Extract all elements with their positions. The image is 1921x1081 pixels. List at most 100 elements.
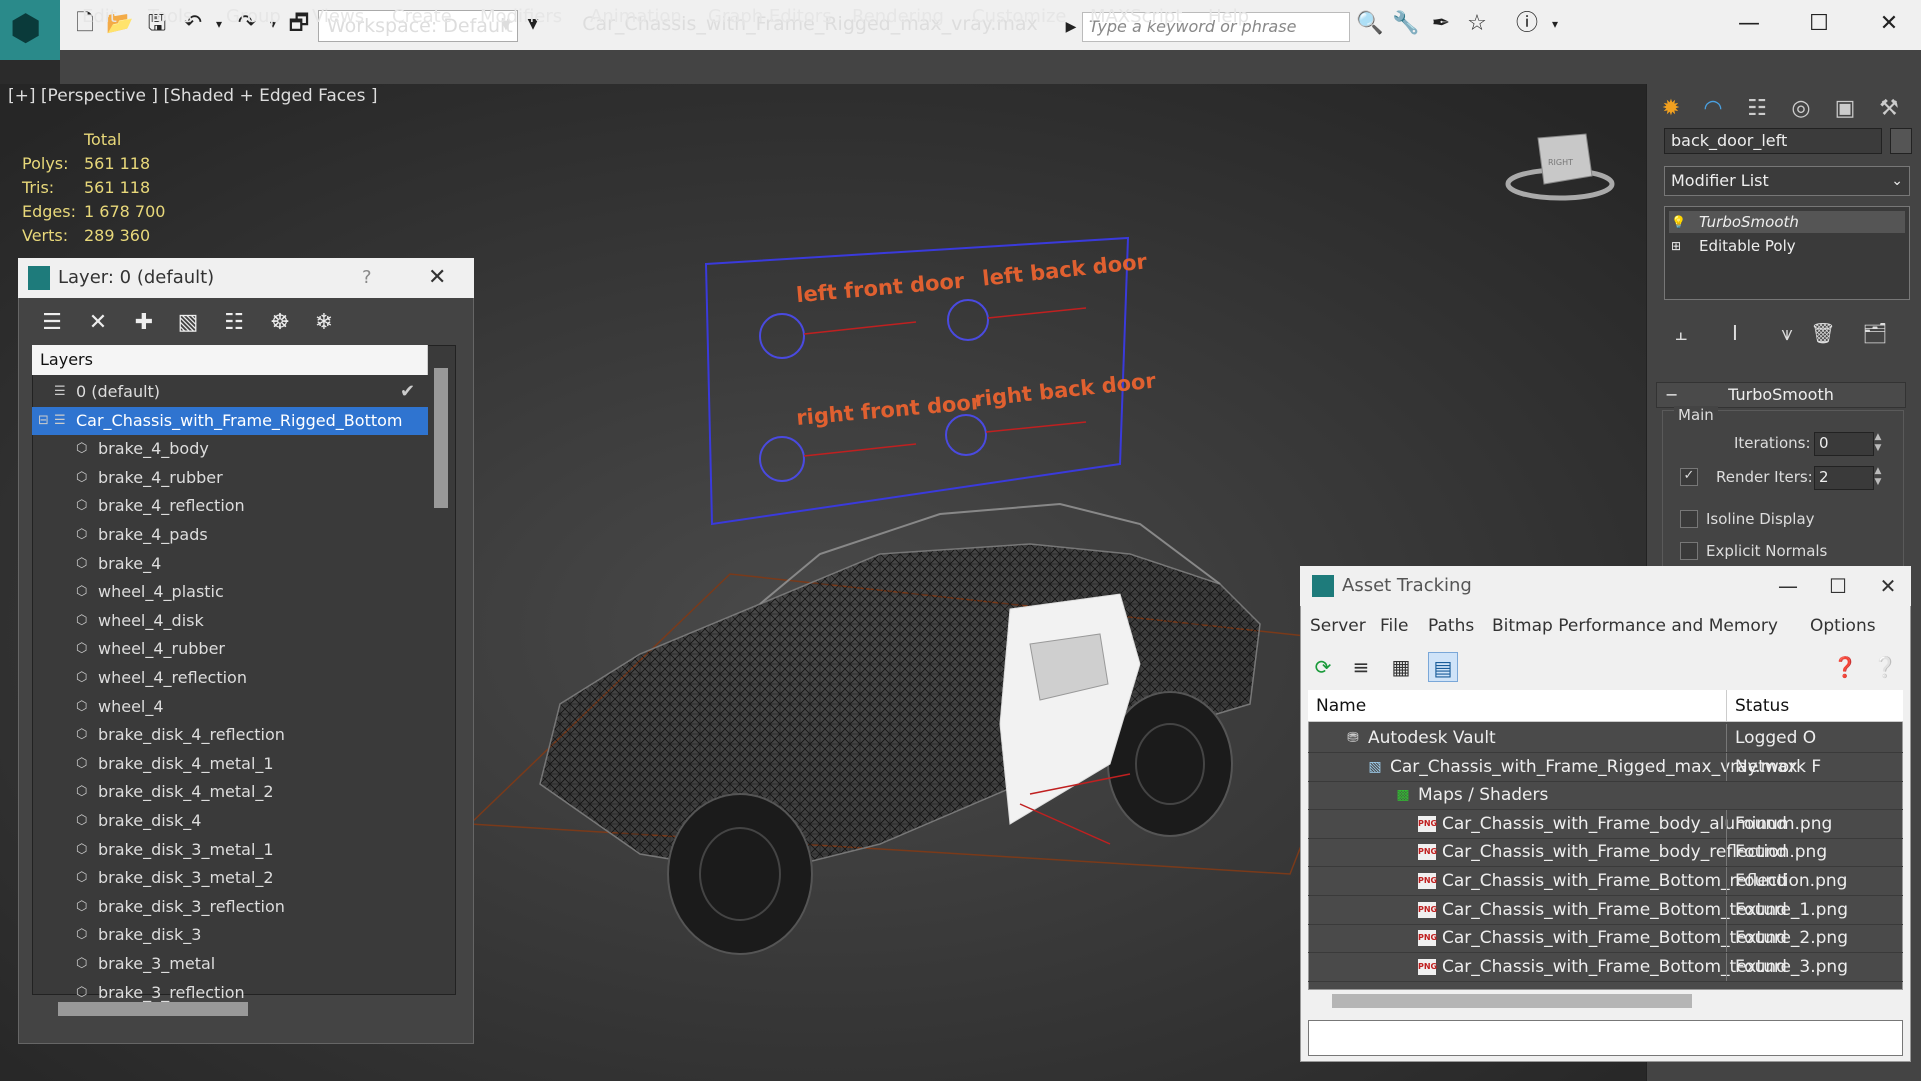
- layer-row[interactable]: ⬡ brake_disk_3: [32, 921, 428, 949]
- layer-row[interactable]: ⬡ wheel_4_plastic: [32, 578, 428, 606]
- minimize-button[interactable]: —: [1724, 8, 1774, 40]
- binoculars-icon[interactable]: 🔍: [1356, 10, 1383, 38]
- asset-row[interactable]: PNG Car_Chassis_with_Frame_Bottom_reflect…: [1308, 867, 1903, 896]
- menu-graph-editors[interactable]: Graph Editors: [708, 0, 832, 34]
- layer-row[interactable]: ⬡ wheel_4: [32, 693, 428, 721]
- modify-tab-icon[interactable]: ◠: [1696, 92, 1730, 126]
- maximize-button[interactable]: ☐: [1794, 8, 1844, 40]
- menu-modifiers[interactable]: Modifiers: [480, 0, 562, 34]
- modifier-list-dropdown[interactable]: Modifier List ⌄: [1664, 166, 1910, 196]
- expand-plus-icon[interactable]: ⊞: [1671, 235, 1687, 257]
- highlight-layer-icon[interactable]: ☷: [218, 308, 250, 338]
- layer-row[interactable]: ⬡ wheel_4_disk: [32, 607, 428, 635]
- asset-row[interactable]: ▧ Car_Chassis_with_Frame_Rigged_max_vray.…: [1308, 752, 1903, 782]
- asset-menu-file[interactable]: File: [1380, 612, 1408, 640]
- utilities-tab-icon[interactable]: ⚒: [1872, 92, 1906, 126]
- create-layer-icon[interactable]: ☰: [36, 308, 68, 338]
- rear-wheel-left[interactable]: [1107, 691, 1233, 837]
- hierarchy-tab-icon[interactable]: ☷: [1740, 92, 1774, 126]
- table-view-icon[interactable]: ▤: [1428, 652, 1458, 682]
- asset-path-field[interactable]: [1308, 1020, 1903, 1056]
- asset-row[interactable]: PNG Car_Chassis_with_Frame_body_reflectio…: [1308, 838, 1903, 868]
- layer-row[interactable]: ⬡ wheel_4_reflection: [32, 664, 428, 692]
- asset-menu-options[interactable]: Options: [1810, 612, 1876, 640]
- refresh-icon[interactable]: ⟳: [1308, 652, 1338, 682]
- thumbnail-view-icon[interactable]: ▦: [1386, 652, 1416, 682]
- project-folder-icon[interactable]: 🗗: [286, 10, 312, 38]
- layer-row[interactable]: ⬡ brake_disk_3_metal_2: [32, 864, 428, 892]
- isoline-display-checkbox[interactable]: [1680, 510, 1698, 528]
- iterations-spinner-arrows-icon[interactable]: ▲ ▼: [1872, 432, 1884, 454]
- hide-layers-icon[interactable]: ☸: [264, 308, 296, 338]
- stack-item-editable-poly[interactable]: ⊞ Editable Poly: [1669, 235, 1905, 257]
- show-end-result-icon[interactable]: Ⅰ: [1720, 318, 1750, 348]
- delete-layer-icon[interactable]: ✕: [82, 308, 114, 338]
- asset-row[interactable]: PNG Car_Chassis_with_Frame_Bottom_texture…: [1308, 924, 1903, 954]
- menu-animation[interactable]: Animation: [590, 0, 682, 34]
- asset-horizontal-scrollbar[interactable]: [1332, 994, 1692, 1008]
- remove-modifier-icon[interactable]: 🗑: [1808, 318, 1838, 348]
- menu-edit[interactable]: Edit: [82, 0, 117, 34]
- object-color-swatch[interactable]: [1890, 128, 1912, 154]
- display-tab-icon[interactable]: ▣: [1828, 92, 1862, 126]
- pin-stack-icon[interactable]: ⫠: [1666, 318, 1696, 348]
- asset-menu-paths[interactable]: Paths: [1428, 612, 1474, 640]
- close-icon[interactable]: ✕: [1868, 566, 1908, 606]
- create-tab-icon[interactable]: ✹: [1654, 92, 1688, 126]
- minimize-button[interactable]: —: [1768, 566, 1808, 606]
- list-view-icon[interactable]: ≡: [1346, 652, 1376, 682]
- help-dropdown-icon[interactable]: ▾: [1542, 10, 1568, 38]
- layers-column-header[interactable]: Layers: [32, 345, 428, 375]
- layer-row[interactable]: ⬡ brake_4_body: [32, 435, 428, 463]
- layer-row[interactable]: ⬡ brake_4_rubber: [32, 464, 428, 492]
- layer-horizontal-scrollbar[interactable]: [58, 1002, 248, 1016]
- asset-row[interactable]: ⛃ Autodesk Vault Logged O: [1308, 724, 1903, 753]
- asset-row[interactable]: ▩ Maps / Shaders: [1308, 781, 1903, 811]
- turbosmooth-rollout-header[interactable]: − TurboSmooth: [1656, 382, 1906, 408]
- vault-settings-icon[interactable]: ❔: [1870, 652, 1900, 682]
- viewport-label[interactable]: [+] [Perspective ] [Shaded + Edged Faces…: [8, 86, 377, 106]
- layer-row[interactable]: ⬡ wheel_4_rubber: [32, 635, 428, 663]
- layer-row[interactable]: ⬡ brake_3_metal: [32, 950, 428, 978]
- favorites-star-icon[interactable]: ☆: [1464, 10, 1490, 38]
- close-icon[interactable]: ✕: [428, 258, 446, 298]
- status-column-header[interactable]: Status: [1726, 690, 1905, 722]
- menu-help[interactable]: Help: [1208, 0, 1249, 34]
- vault-connect-icon[interactable]: ❓: [1830, 652, 1860, 682]
- asset-row[interactable]: PNG Car_Chassis_with_Frame_body_aluminum.…: [1308, 809, 1903, 839]
- motion-tab-icon[interactable]: ◎: [1784, 92, 1818, 126]
- layer-row[interactable]: ⬡ brake_4_reflection: [32, 492, 428, 520]
- layer-row[interactable]: ☰ 0 (default) ✔: [32, 378, 428, 406]
- menu-views[interactable]: Views: [312, 0, 364, 34]
- iterations-spinner[interactable]: 0: [1814, 432, 1874, 456]
- layer-vertical-scrollbar[interactable]: [434, 368, 448, 508]
- menu-group[interactable]: Group: [226, 0, 281, 34]
- app-logo-icon[interactable]: ⬢: [0, 0, 60, 60]
- add-to-layer-icon[interactable]: ✚: [128, 308, 160, 338]
- layer-dialog-titlebar[interactable]: Layer: 0 (default) ? ✕: [18, 258, 474, 298]
- asset-menu-server[interactable]: Server: [1310, 612, 1366, 640]
- make-unique-icon[interactable]: ⩛: [1772, 318, 1802, 348]
- asset-menu-bitmap-performance[interactable]: Bitmap Performance and Memory: [1492, 612, 1778, 640]
- render-iters-spinner[interactable]: 2: [1814, 466, 1874, 490]
- maximize-button[interactable]: ☐: [1818, 566, 1858, 606]
- layer-row[interactable]: ⬡ brake_disk_4_reflection: [32, 721, 428, 749]
- menu-tools[interactable]: Tools: [148, 0, 192, 34]
- help-button[interactable]: ?: [362, 258, 372, 298]
- explicit-normals-checkbox[interactable]: [1680, 542, 1698, 560]
- name-column-header[interactable]: Name: [1316, 690, 1366, 722]
- front-wheel-left[interactable]: [667, 793, 813, 955]
- layer-row[interactable]: ⊟☰Car_Chassis_with_Frame_Rigged_Bottom☐: [32, 406, 448, 435]
- select-objects-in-layer-icon[interactable]: ▧: [172, 308, 204, 338]
- layer-row[interactable]: ⬡ brake_4: [32, 550, 428, 578]
- close-button[interactable]: ✕: [1864, 8, 1914, 40]
- menu-maxscript[interactable]: MAXScript: [1090, 0, 1182, 34]
- current-layer-check-icon[interactable]: ✔: [400, 378, 418, 406]
- object-name-field[interactable]: back_door_left: [1664, 128, 1882, 154]
- asset-row[interactable]: PNG Car_Chassis_with_Frame_Bottom_texture…: [1308, 952, 1903, 982]
- freeze-layers-icon[interactable]: ❄: [308, 308, 340, 338]
- layer-row[interactable]: ⬡ brake_disk_3_metal_1: [32, 836, 428, 864]
- render-iters-spinner-arrows-icon[interactable]: ▲ ▼: [1872, 466, 1884, 488]
- menu-create[interactable]: Create: [392, 0, 452, 34]
- render-iters-checkbox[interactable]: ✓: [1680, 468, 1698, 486]
